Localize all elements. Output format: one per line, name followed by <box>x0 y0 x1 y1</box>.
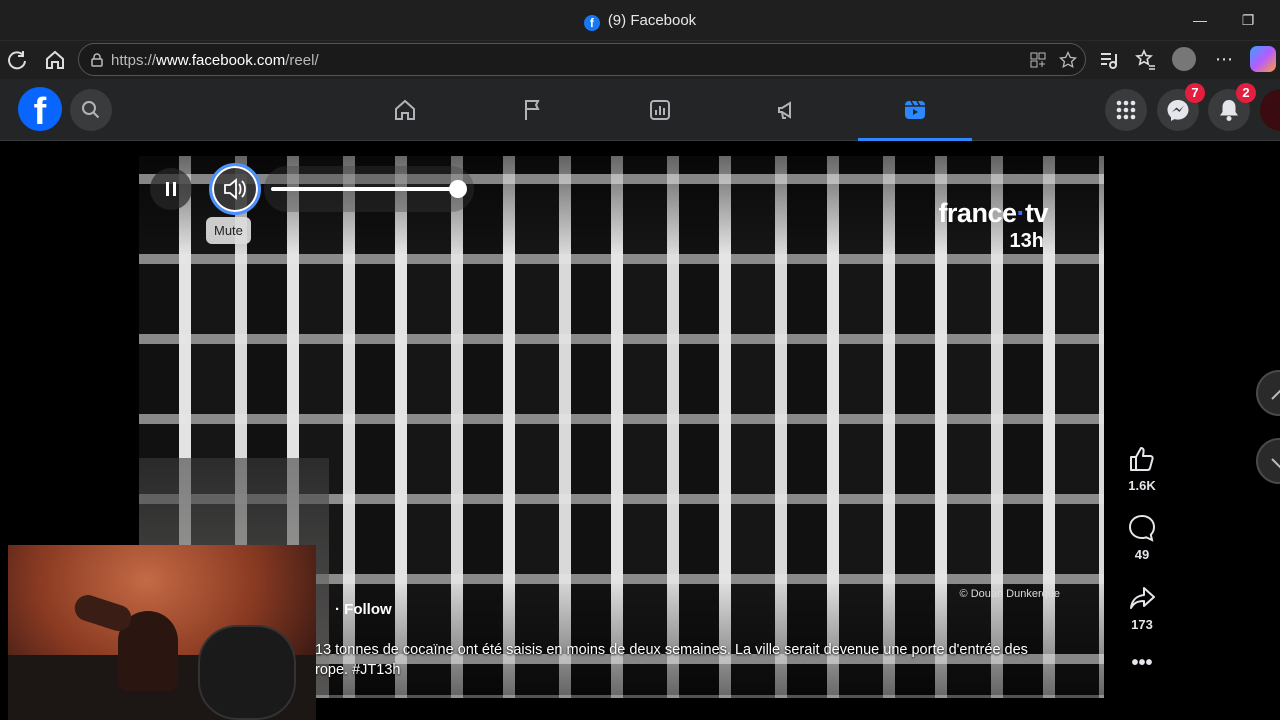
mute-tooltip: Mute <box>206 217 251 244</box>
megaphone-icon <box>778 101 791 119</box>
pause-icon <box>166 182 176 196</box>
chevron-up-icon <box>1271 389 1280 400</box>
home-icon <box>395 99 415 120</box>
chevron-down-icon <box>1271 458 1280 469</box>
tab-home[interactable] <box>348 79 462 141</box>
window-title: f (9) Facebook <box>0 12 1280 31</box>
tab-title: (9) Facebook <box>607 12 697 29</box>
messenger-button[interactable]: 7 <box>1157 83 1205 131</box>
facebook-favicon-icon: f <box>583 15 600 31</box>
tab-reels[interactable] <box>858 79 972 141</box>
volume-button[interactable] <box>209 163 261 215</box>
follow-button[interactable]: · Follow <box>335 601 392 618</box>
tab-dashboard[interactable] <box>603 79 717 141</box>
url-text[interactable]: https://www.facebook.com/reel/ <box>111 52 319 69</box>
insights-icon <box>650 100 670 120</box>
favorites-icon[interactable] <box>1134 48 1158 72</box>
copilot-icon[interactable] <box>1250 46 1276 72</box>
more-menu-icon[interactable]: ⋯ <box>1212 48 1236 72</box>
home-icon[interactable] <box>43 48 67 72</box>
grid-menu-icon <box>1116 100 1136 120</box>
notifications-badge: 2 <box>1236 83 1256 103</box>
next-reel-button[interactable] <box>1256 438 1280 484</box>
facebook-navbar: f 7 2 <box>0 79 1280 141</box>
webcam-arm <box>71 591 135 635</box>
lock-icon[interactable] <box>89 52 105 68</box>
thumbs-up-icon <box>1130 447 1154 471</box>
notifications-button[interactable]: 2 <box>1208 83 1256 131</box>
speaker-icon <box>224 178 246 200</box>
tab-pages[interactable] <box>476 79 590 141</box>
favorite-star-icon[interactable] <box>1059 51 1077 69</box>
pause-button[interactable] <box>150 168 192 210</box>
webcam-overlay <box>8 545 316 720</box>
comment-icon <box>1128 514 1156 542</box>
reload-icon[interactable] <box>5 48 29 72</box>
search-button[interactable] <box>70 89 112 131</box>
address-bar[interactable]: https://www.facebook.com/reel/ <box>78 43 1086 76</box>
caption-line-2: rope. #JT13h <box>315 662 401 678</box>
caption-line-1: 13 tonnes de cocaïne ont été saisis en m… <box>315 642 1028 658</box>
share-button[interactable]: 173 <box>1118 583 1166 632</box>
more-options-button[interactable]: ••• <box>1118 652 1166 674</box>
volume-slider[interactable] <box>271 187 459 191</box>
search-icon <box>82 101 100 119</box>
account-avatar[interactable] <box>1260 89 1280 131</box>
browser-toolbar: https://www.facebook.com/reel/ ⋯ <box>0 41 1280 79</box>
like-count: 1.6K <box>1128 478 1156 493</box>
flag-icon <box>525 100 540 120</box>
share-icon <box>1130 587 1155 609</box>
reels-icon <box>905 100 925 119</box>
webcam-pillow <box>198 625 296 720</box>
browser-title-bar: f (9) Facebook — ❐ <box>0 0 1280 41</box>
previous-reel-button[interactable] <box>1256 370 1280 416</box>
minimize-icon[interactable]: — <box>1190 10 1210 30</box>
facebook-logo[interactable]: f <box>18 87 62 133</box>
profile-avatar[interactable] <box>1172 47 1196 71</box>
media-control-icon[interactable] <box>1096 48 1120 72</box>
photo-credit: © Douan Dunkerque <box>959 588 1060 600</box>
program-label: 13h <box>1009 230 1044 252</box>
app-available-icon[interactable] <box>1029 51 1047 69</box>
messenger-badge: 7 <box>1185 83 1205 103</box>
france-tv-logo: france·tv <box>938 198 1048 228</box>
reel-caption: 13 tonnes de cocaïne ont été saisis en m… <box>315 640 1095 680</box>
menu-button[interactable] <box>1105 89 1147 131</box>
like-button[interactable]: 1.6K <box>1118 444 1166 493</box>
comment-count: 49 <box>1134 547 1150 562</box>
restore-icon[interactable]: ❐ <box>1238 10 1258 30</box>
tab-ads[interactable] <box>731 79 845 141</box>
share-count: 173 <box>1131 617 1153 632</box>
more-dots-icon: ••• <box>1131 652 1153 674</box>
volume-slider-handle[interactable] <box>449 180 467 198</box>
comment-button[interactable]: 49 <box>1118 513 1166 562</box>
